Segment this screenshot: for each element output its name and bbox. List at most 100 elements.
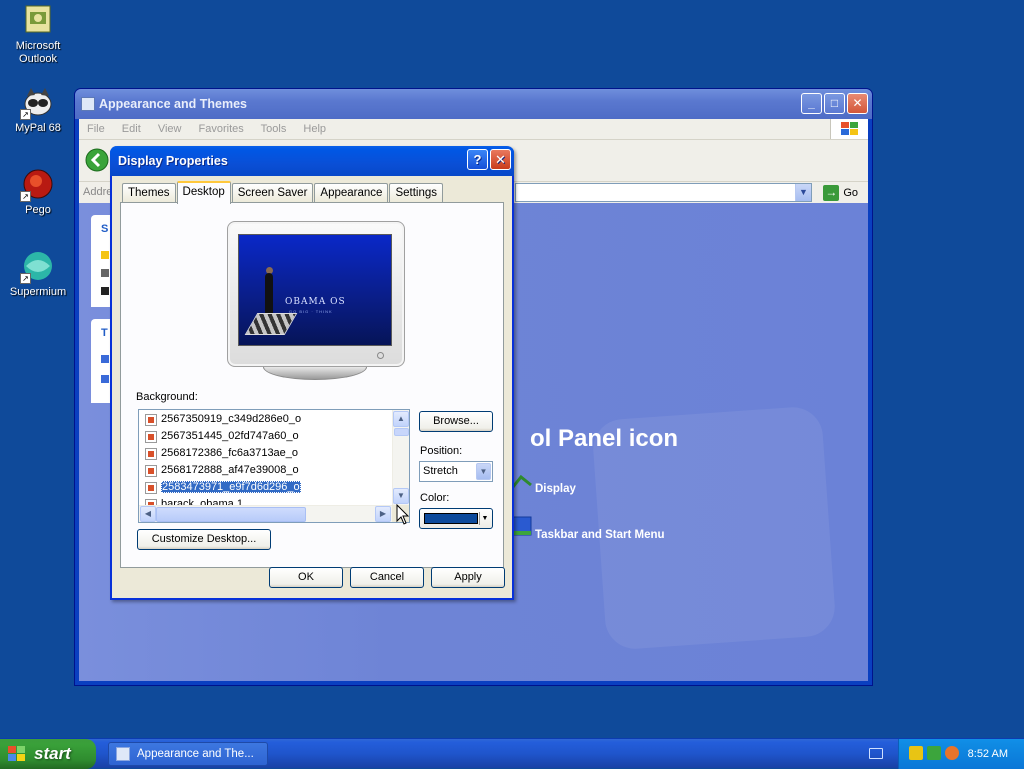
task-icon (101, 287, 109, 295)
list-item[interactable]: 2567350919_c349d286e0_o (145, 412, 301, 428)
desktop-icon-supermium[interactable]: ↗ Supermium (0, 250, 76, 299)
side-panel-header: S (101, 223, 109, 235)
desktop-icon-label: Pego (25, 204, 51, 216)
keyboard-icon[interactable] (869, 748, 883, 759)
preview-title: OBAMA OS (285, 297, 346, 307)
list-item[interactable]: 2567351445_02fd747a60_o (145, 429, 299, 445)
background-label: Background: (136, 391, 198, 403)
window-title: Appearance and Themes (99, 97, 247, 111)
dialog-titlebar[interactable]: Display Properties ? ✕ (110, 146, 514, 176)
background-listbox[interactable]: 2567350919_c349d286e0_o 2567351445_02fd7… (138, 409, 410, 523)
vertical-scroll-thumb[interactable] (394, 428, 409, 436)
scroll-left-icon[interactable]: ◀ (140, 506, 156, 522)
taskbar-item-label: Appearance and The... (137, 748, 254, 760)
dialog-close-button[interactable]: ✕ (490, 149, 511, 170)
list-item-selected[interactable]: 2583473971_e9f7d6d296_o (145, 480, 301, 496)
image-file-icon (145, 448, 157, 460)
back-arrow-icon[interactable] (85, 148, 109, 172)
task-link-taskbar[interactable]: Taskbar and Start Menu (535, 529, 665, 541)
monitor-stand (263, 367, 367, 380)
menu-help[interactable]: Help (303, 123, 326, 135)
chevron-down-icon[interactable]: ▼ (476, 463, 491, 480)
network-icon[interactable] (927, 746, 941, 760)
list-item[interactable]: 2568172888_af47e39008_o (145, 463, 299, 479)
window-folder-icon (81, 97, 95, 111)
side-panel-tasks: S (91, 215, 111, 307)
menu-file[interactable]: File (87, 123, 105, 135)
shortcut-arrow-icon: ↗ (20, 191, 31, 202)
desktop-icon-label: MyPal 68 (15, 122, 61, 134)
person-graphic (265, 273, 273, 313)
security-shield-icon[interactable] (909, 746, 923, 760)
tab-themes[interactable]: Themes (122, 183, 176, 203)
go-arrow-icon: → (823, 185, 840, 201)
vertical-scrollbar[interactable]: ▲ ▼ (392, 410, 409, 506)
color-swatch (424, 513, 478, 524)
menu-favorites[interactable]: Favorites (199, 123, 244, 135)
scroll-up-icon[interactable]: ▲ (393, 411, 409, 427)
display-properties-dialog: Display Properties ? ✕ Themes Desktop Sc… (110, 146, 514, 600)
system-tray: 8:52 AM (898, 739, 1024, 769)
desktop-icon-pego[interactable]: ↗ Pego (0, 168, 76, 217)
mouse-pointer-icon (396, 504, 410, 525)
mypal-icon: ↗ (20, 86, 54, 120)
go-label: Go (843, 187, 858, 199)
tab-desktop[interactable]: Desktop (176, 181, 231, 204)
search-icon[interactable] (945, 746, 959, 760)
horizontal-scrollbar[interactable]: ◀ ▶ (139, 505, 409, 522)
scroll-right-icon[interactable]: ▶ (375, 506, 391, 522)
position-select[interactable]: Stretch ▼ (419, 461, 493, 482)
close-button[interactable]: ✕ (847, 93, 868, 114)
task-icon (101, 355, 109, 363)
windows-flag-icon (8, 746, 25, 761)
chevron-down-icon: ▼ (479, 512, 490, 525)
address-input[interactable]: ▼ (515, 183, 812, 202)
task-link-display[interactable]: Display (535, 483, 576, 495)
supermium-icon: ↗ (20, 250, 54, 284)
image-file-icon (145, 431, 157, 443)
taskbar-item-appearance[interactable]: Appearance and The... (108, 742, 268, 766)
task-icon (101, 375, 109, 383)
task-icon (101, 251, 109, 259)
pick-control-panel-heading: ol Panel icon (530, 425, 679, 452)
address-dropdown-icon[interactable]: ▼ (795, 184, 811, 201)
control-panel-titlebar[interactable]: Appearance and Themes _ □ ✕ (75, 89, 872, 119)
horizontal-scroll-thumb[interactable] (156, 507, 306, 522)
side-panel-troubleshooters: T (91, 319, 111, 403)
tab-screen-saver[interactable]: Screen Saver (231, 183, 314, 203)
menu-bar: File Edit View Favorites Tools Help (79, 119, 868, 139)
menu-edit[interactable]: Edit (122, 123, 141, 135)
preview-subtitle: GO BIG · THINK (289, 309, 333, 314)
list-item[interactable]: 2568172386_fc6a3713ae_o (145, 446, 298, 462)
chessboard-graphic (244, 313, 298, 335)
monitor-bezel: OBAMA OS GO BIG · THINK (227, 221, 405, 367)
position-label: Position: (420, 445, 463, 457)
tab-settings[interactable]: Settings (389, 183, 444, 203)
desktop-icon-outlook[interactable]: Microsoft Outlook (0, 4, 76, 66)
apply-button[interactable]: Apply (431, 567, 505, 588)
start-button[interactable]: start (0, 739, 96, 769)
taskbar-start-menu-icon (512, 516, 532, 536)
display-icon (511, 474, 532, 488)
image-file-icon (145, 414, 157, 426)
help-button[interactable]: ? (467, 149, 488, 170)
cancel-button[interactable]: Cancel (350, 567, 424, 588)
color-picker-button[interactable]: ▼ (419, 508, 493, 529)
desktop-icon-label: Supermium (9, 286, 67, 298)
tab-appearance[interactable]: Appearance (314, 183, 389, 203)
dialog-title: Display Properties (118, 154, 228, 168)
ok-button[interactable]: OK (269, 567, 343, 588)
image-file-icon (145, 465, 157, 477)
maximize-button[interactable]: □ (824, 93, 845, 114)
menu-view[interactable]: View (158, 123, 182, 135)
task-icon (101, 269, 109, 277)
scroll-down-icon[interactable]: ▼ (393, 488, 409, 504)
go-button[interactable]: → Go (823, 184, 858, 202)
desktop-icon-mypal[interactable]: ↗ MyPal 68 (0, 86, 76, 135)
minimize-button[interactable]: _ (801, 93, 822, 114)
clock[interactable]: 8:52 AM (968, 739, 1008, 769)
menu-tools[interactable]: Tools (261, 123, 287, 135)
monitor-preview: OBAMA OS GO BIG · THINK (227, 221, 405, 381)
customize-desktop-button[interactable]: Customize Desktop... (137, 529, 271, 550)
browse-button[interactable]: Browse... (419, 411, 493, 432)
